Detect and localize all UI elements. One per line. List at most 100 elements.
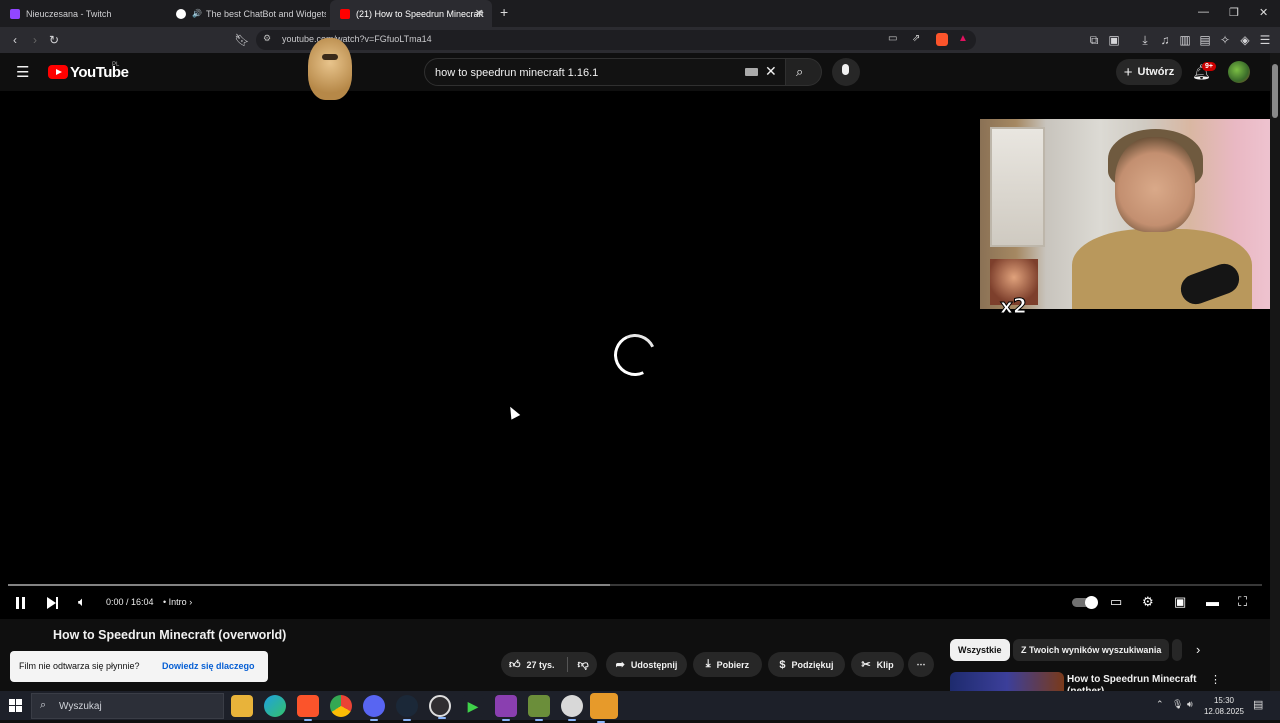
wallet-icon[interactable]: ▣ bbox=[1106, 32, 1122, 48]
fullscreen-icon: ⛶ bbox=[1238, 594, 1248, 609]
share-button[interactable]: ➦ Udostępnij bbox=[606, 652, 687, 677]
wallet-icon-2[interactable]: ▤ bbox=[1197, 32, 1213, 48]
download-icon[interactable]: ⤓ bbox=[1137, 32, 1153, 48]
hamburger-menu-icon[interactable]: ☰ bbox=[16, 63, 29, 81]
close-tab-icon[interactable]: ✕ bbox=[475, 7, 484, 20]
discord-icon[interactable] bbox=[363, 695, 385, 721]
start-windows-icon[interactable] bbox=[9, 699, 22, 712]
edge-icon[interactable] bbox=[264, 695, 286, 717]
subtitles-icon: ▭ bbox=[1110, 594, 1123, 609]
scrollbar-thumb[interactable] bbox=[1272, 64, 1278, 118]
microphone-tray-icon[interactable]: 🎙︎ bbox=[1172, 699, 1183, 710]
keyboard-icon[interactable] bbox=[745, 68, 758, 76]
chapter-button[interactable]: • Intro › bbox=[163, 597, 192, 607]
recommendation-thumbnail[interactable] bbox=[950, 672, 1064, 692]
tab-twitch[interactable]: Nieuczesana - Twitch bbox=[0, 0, 165, 27]
chevron-right-icon[interactable]: › bbox=[1196, 642, 1200, 657]
minecraft-icon[interactable] bbox=[590, 693, 618, 723]
obs-icon[interactable] bbox=[429, 695, 451, 719]
like-button[interactable]: 👍︎ 27 tys. bbox=[509, 658, 555, 671]
app-white-icon[interactable] bbox=[561, 695, 583, 721]
notification-center-icon[interactable]: ▤ bbox=[1253, 698, 1263, 711]
back-icon[interactable]: ‹ bbox=[7, 32, 23, 48]
share-icon[interactable]: ⇗ bbox=[912, 33, 920, 44]
reload-icon[interactable]: ↻ bbox=[46, 32, 62, 48]
youtube-logo-icon[interactable] bbox=[48, 65, 68, 79]
recommendation-menu-icon[interactable]: ⋮ bbox=[1210, 673, 1221, 686]
menu-icon[interactable]: ☰ bbox=[1257, 32, 1273, 48]
app-chat-icon[interactable] bbox=[495, 695, 517, 721]
vpn-icon[interactable]: ◈ bbox=[1237, 32, 1253, 48]
more-icon: ⋯ bbox=[916, 659, 926, 669]
toast-learn-more-link[interactable]: Dowiedz się dlaczego bbox=[162, 661, 255, 671]
page-scrollbar[interactable] bbox=[1270, 53, 1280, 691]
cast-icon[interactable]: ▭ bbox=[888, 33, 897, 44]
volume-tray-icon[interactable]: 🔊︎ bbox=[1187, 699, 1193, 710]
start-icon-tile bbox=[9, 706, 15, 712]
chip-from-search[interactable]: Z Twoich wyników wyszukiwania bbox=[1013, 639, 1170, 661]
tray-overflow-icon[interactable]: ⌃ bbox=[1156, 699, 1164, 710]
clip-button[interactable]: ✂ Klip bbox=[851, 652, 904, 677]
taskbar-clock[interactable]: 15:30 12.08.2025 bbox=[1196, 695, 1252, 717]
miniplayer-button[interactable]: ▣ bbox=[1174, 594, 1186, 610]
address-bar[interactable]: ⚙︎ youtube.com/watch?v=FGfuoLTma14 ▭ ⇗ ▲ bbox=[256, 30, 976, 50]
brave-shields-icon[interactable] bbox=[936, 33, 948, 46]
chapter-separator: • bbox=[163, 597, 167, 607]
chip-all[interactable]: Wszystkie bbox=[950, 639, 1010, 661]
steam-icon[interactable] bbox=[396, 695, 418, 721]
pause-icon-bar-right bbox=[22, 596, 25, 609]
minecraft-launcher-icon[interactable] bbox=[528, 695, 550, 721]
leo-ai-icon[interactable]: ✧ bbox=[1217, 32, 1233, 48]
next-button[interactable] bbox=[47, 594, 58, 610]
more-actions-button[interactable]: ⋯ bbox=[908, 652, 934, 677]
autoplay-toggle-knob bbox=[1085, 595, 1098, 609]
search-button[interactable]: ⌕ bbox=[786, 58, 822, 86]
brave-rewards-icon[interactable]: ▲ bbox=[958, 33, 968, 44]
buffer-indicator bbox=[8, 584, 610, 586]
fullscreen-button[interactable]: ⛶ bbox=[1238, 594, 1247, 610]
pause-button[interactable] bbox=[16, 594, 25, 610]
start-icon-tile bbox=[16, 706, 22, 712]
recommendation-title[interactable]: How to Speedrun Minecraft bbox=[1067, 674, 1196, 685]
subtitles-button[interactable]: ▭ bbox=[1110, 594, 1122, 610]
thanks-button[interactable]: $ Podziękuj bbox=[768, 652, 845, 677]
browser-tab-strip: Nieuczesana - Twitch 🔊 The best ChatBot … bbox=[0, 0, 1280, 27]
browser-toolbar: ‹ › ↻ 🔖︎ ⚙︎ youtube.com/watch?v=FGfuoLTm… bbox=[0, 27, 1280, 53]
settings-button[interactable]: ⚙ bbox=[1142, 594, 1154, 610]
dislike-button[interactable]: 👎︎ bbox=[578, 658, 589, 671]
chrome-icon[interactable] bbox=[330, 695, 352, 717]
video-progress-bar[interactable] bbox=[8, 584, 1262, 586]
search-input[interactable]: how to speedrun minecraft 1.16.1 ✕ bbox=[424, 58, 786, 86]
next-icon-bar bbox=[56, 596, 58, 609]
clock-time: 15:30 bbox=[1213, 696, 1235, 705]
app-play-icon[interactable]: ▶ bbox=[462, 695, 484, 717]
chip-partial[interactable] bbox=[1172, 639, 1182, 661]
region-code: PL bbox=[112, 62, 120, 68]
youtube-logo-text[interactable]: YouTube bbox=[70, 64, 129, 81]
clear-search-icon[interactable]: ✕ bbox=[765, 63, 777, 80]
create-button[interactable]: + Utwórz bbox=[1116, 59, 1182, 85]
volume-button[interactable]: 🔈︎ bbox=[78, 594, 86, 610]
restore-button[interactable]: ❐ bbox=[1229, 6, 1239, 19]
forward-icon[interactable]: › bbox=[27, 32, 43, 48]
media-icon[interactable]: ♫ bbox=[1157, 32, 1173, 48]
hamster-emote-icon bbox=[308, 38, 352, 100]
theater-mode-button[interactable]: ▬ bbox=[1206, 594, 1219, 610]
account-avatar[interactable] bbox=[1228, 61, 1250, 83]
close-window-button[interactable]: ✕ bbox=[1259, 6, 1268, 19]
brave-icon[interactable] bbox=[297, 695, 319, 721]
file-explorer-icon[interactable] bbox=[231, 695, 253, 717]
minimize-button[interactable]: — bbox=[1198, 6, 1209, 18]
site-info-icon[interactable]: ⚙︎ bbox=[263, 33, 271, 44]
new-tab-button[interactable]: + bbox=[500, 4, 508, 20]
tab-youtube[interactable]: (21) How to Speedrun Minecraft ✕ bbox=[330, 0, 492, 27]
gear-icon: ⚙ bbox=[1142, 594, 1154, 609]
autoplay-toggle[interactable] bbox=[1072, 594, 1098, 610]
download-button[interactable]: ⤓ Pobierz bbox=[693, 652, 762, 677]
bookmark-icon[interactable]: 🔖︎ bbox=[234, 32, 250, 48]
sidebar-icon[interactable]: ▥ bbox=[1177, 32, 1193, 48]
voice-search-button[interactable] bbox=[832, 58, 860, 86]
tab-chatbot[interactable]: 🔊 The best ChatBot and Widgets fo bbox=[166, 0, 326, 27]
extensions-icon[interactable]: ⧉ bbox=[1086, 32, 1102, 48]
webcam-shelf bbox=[990, 127, 1045, 247]
